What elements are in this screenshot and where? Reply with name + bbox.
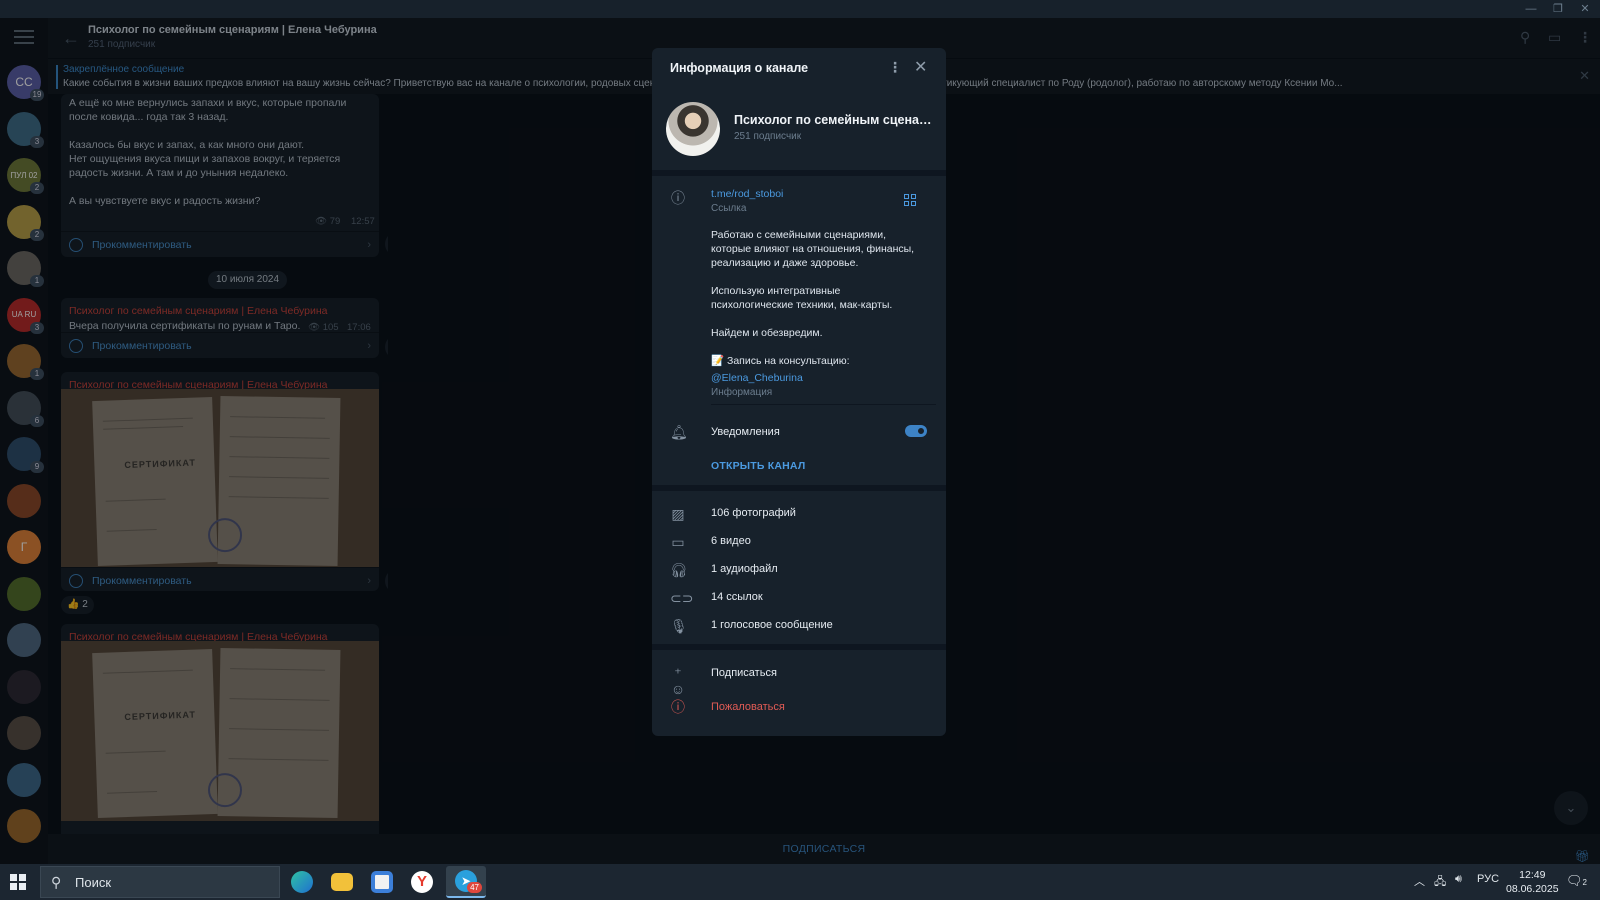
panel-more-icon[interactable]: ⋮ [888, 59, 902, 76]
media-links[interactable]: 14 ссылок [711, 591, 763, 603]
folder-icon [331, 873, 353, 891]
taskbar-explorer[interactable] [322, 866, 362, 898]
row-divider [711, 404, 936, 405]
panel-header: Информация о канале ⋮ ✕ [652, 48, 946, 90]
channel-subscribers: 251 подписчик [734, 131, 802, 142]
windows-taskbar: ⚲ Поиск Y ➤ 47 ︿ 🖧︎ 🔊︎ РУС 12:49 08.06.2… [0, 864, 1600, 900]
tray-chevron-icon[interactable]: ︿ [1414, 873, 1425, 889]
notifications-label: Уведомления [711, 426, 780, 438]
taskbar-clock[interactable]: 12:49 08.06.2025 [1506, 868, 1559, 896]
report-button[interactable]: Пожаловаться [711, 701, 785, 713]
report-icon: ⓘ [671, 699, 685, 715]
telegram-badge: 47 [467, 882, 482, 893]
windows-start-icon[interactable] [10, 874, 26, 890]
channel-avatar[interactable] [666, 102, 720, 156]
notification-count: 2 [1582, 878, 1587, 887]
notifications-toggle[interactable] [905, 425, 927, 437]
channel-link[interactable]: t.me/rod_stoboi [711, 188, 783, 200]
headphones-icon: 🎧︎ [670, 562, 688, 578]
taskbar-edge[interactable] [282, 866, 322, 898]
store-icon [371, 871, 393, 893]
add-user-icon: ⁺☺ [670, 665, 686, 697]
taskbar-store[interactable] [362, 866, 402, 898]
window-close-icon[interactable]: ✕ [1576, 2, 1594, 16]
photo-icon: ▨ [671, 506, 685, 522]
channel-info-panel: Информация о канале ⋮ ✕ Психолог по семе… [652, 48, 946, 736]
link-icon: ⊂⊃ [670, 590, 694, 606]
panel-title: Информация о канале [670, 61, 809, 75]
video-icon: ▭ [671, 534, 685, 550]
clock-time: 12:49 [1519, 869, 1546, 881]
restore-icon[interactable]: ❐ [1549, 2, 1567, 16]
channel-name: Психолог по семейным сценар... [734, 113, 934, 127]
taskbar-search-placeholder: Поиск [75, 875, 112, 890]
yandex-browser-icon: Y [411, 871, 433, 893]
volume-icon[interactable]: 🔊︎ [1455, 873, 1462, 886]
clock-date: 08.06.2025 [1506, 883, 1559, 895]
qr-code-icon[interactable] [904, 194, 916, 206]
media-photos[interactable]: 106 фотографий [711, 507, 796, 519]
search-icon: ⚲ [51, 874, 62, 890]
panel-close-icon[interactable]: ✕ [914, 57, 927, 77]
info-icon: ⓘ [671, 190, 685, 206]
edge-icon [291, 871, 313, 893]
keyboard-language[interactable]: РУС [1477, 873, 1499, 885]
media-videos[interactable]: 6 видео [711, 535, 751, 547]
section-divider [652, 485, 946, 491]
section-divider [652, 170, 946, 176]
description-label: Информация [711, 387, 773, 398]
open-channel-button[interactable]: ОТКРЫТЬ КАНАЛ [711, 460, 805, 472]
microphone-icon: 🎙︎ [670, 618, 688, 634]
notification-center-icon[interactable]: 🗨︎2 [1566, 873, 1587, 889]
network-icon[interactable]: 🖧︎ [1434, 873, 1446, 892]
taskbar-yandex[interactable]: Y [402, 866, 442, 898]
bell-icon: 🔔︎ [670, 424, 688, 440]
taskbar-search[interactable]: ⚲ Поиск [40, 866, 280, 898]
taskbar-telegram[interactable]: ➤ 47 [446, 866, 486, 898]
media-audio[interactable]: 1 аудиофайл [711, 563, 778, 575]
section-divider [652, 644, 946, 650]
subscribe-button[interactable]: Подписаться [711, 667, 777, 679]
channel-link-label: Ссылка [711, 203, 747, 214]
media-voice[interactable]: 1 голосовое сообщение [711, 619, 833, 631]
window-titlebar: — ❐ ✕ [0, 0, 1600, 18]
minimize-icon[interactable]: — [1522, 2, 1540, 16]
contact-mention-link[interactable]: @Elena_Cheburina [711, 372, 803, 384]
channel-description: Работаю с семейными сценариями, которые … [711, 229, 915, 367]
